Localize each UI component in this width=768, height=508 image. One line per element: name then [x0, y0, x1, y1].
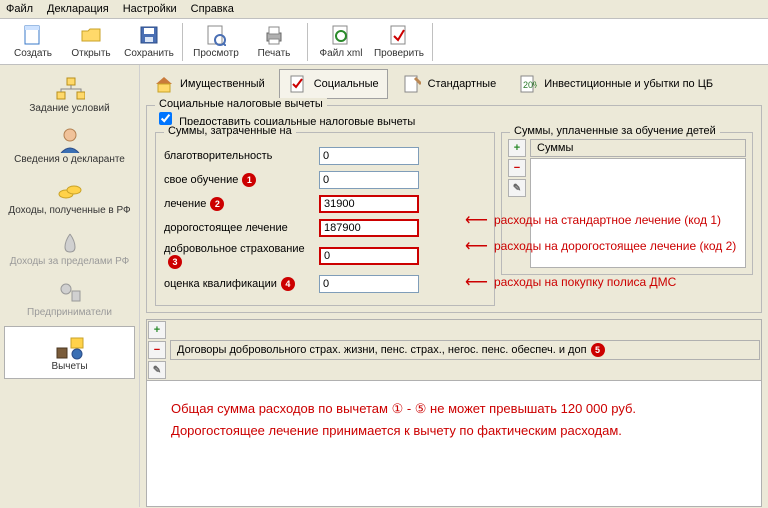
print-icon	[263, 24, 285, 46]
percent-doc-icon: 20%	[518, 74, 538, 94]
row-qualification: оценка квалификации4	[164, 275, 486, 293]
main-toolbar: Создать Открыть Сохранить Просмотр Печат…	[0, 19, 768, 65]
xml-file-icon	[330, 24, 352, 46]
sidebar-item-income-rf[interactable]: Доходы, полученные в РФ	[0, 171, 139, 222]
arrow-icon: ⟵	[465, 210, 488, 230]
toolbar-separator	[182, 23, 183, 61]
remove-contract-button[interactable]: −	[148, 341, 166, 359]
badge-4: 4	[281, 277, 295, 291]
new-file-icon	[22, 24, 44, 46]
row-charity: благотворительность	[164, 147, 486, 165]
save-icon	[138, 24, 160, 46]
add-contract-button[interactable]: +	[148, 321, 166, 339]
row-insurance: добровольное страхование3	[164, 243, 486, 269]
entrepreneur-icon	[54, 279, 86, 307]
edit-button[interactable]: ✎	[508, 179, 526, 197]
row-own-education: свое обучение1	[164, 171, 486, 189]
toolbar-separator	[432, 23, 433, 61]
house-icon	[154, 74, 174, 94]
annotation-treatment: ⟵ расходы на стандартное лечение (код 1)	[465, 210, 721, 230]
row-expensive-treatment: дорогостоящее лечение	[164, 219, 486, 237]
contracts-toolbar: + − ✎	[148, 321, 166, 379]
preview-button[interactable]: Просмотр	[187, 21, 245, 63]
tab-property[interactable]: Имущественный	[146, 70, 273, 98]
annotation-insurance: ⟵ расходы на покупку полиса ДМС	[465, 272, 676, 292]
deductions-icon	[54, 333, 86, 361]
save-button[interactable]: Сохранить	[120, 21, 178, 63]
treatment-input[interactable]	[319, 195, 419, 213]
contracts-body: Общая сумма расходов по вычетам ① - ⑤ не…	[147, 381, 761, 506]
document-check-icon	[288, 74, 308, 94]
qualification-input[interactable]	[319, 275, 419, 293]
note-expensive: Дорогостоящее лечение принимается к выче…	[171, 423, 737, 438]
insurance-input[interactable]	[319, 247, 419, 265]
social-deductions-group: Социальные налоговые вычеты Предоставить…	[146, 105, 762, 313]
print-button[interactable]: Печать	[245, 21, 303, 63]
expensive-treatment-input[interactable]	[319, 219, 419, 237]
tab-social[interactable]: Социальные	[279, 69, 388, 99]
sidebar-item-income-abroad: Доходы за пределами РФ	[0, 222, 139, 273]
child-edu-column-header: Суммы	[530, 139, 746, 157]
moneybag-icon	[54, 228, 86, 256]
arrow-icon: ⟵	[465, 236, 488, 256]
file-xml-button[interactable]: Файл xml	[312, 21, 370, 63]
sidebar-item-conditions[interactable]: Задание условий	[0, 69, 139, 120]
open-folder-icon	[80, 24, 102, 46]
provide-social-checkbox[interactable]	[159, 112, 172, 125]
create-button[interactable]: Создать	[4, 21, 62, 63]
own-education-input[interactable]	[319, 171, 419, 189]
charity-input[interactable]	[319, 147, 419, 165]
sidebar-item-label: Задание условий	[29, 103, 109, 114]
sidebar-item-label: Доходы за пределами РФ	[10, 256, 129, 267]
badge-2: 2	[210, 197, 224, 211]
person-icon	[54, 126, 86, 154]
sidebar-item-deductions[interactable]: Вычеты	[4, 326, 135, 379]
amounts-spent-group: Суммы, затраченные на благотворительност…	[155, 132, 495, 306]
tab-standard[interactable]: Стандартные	[394, 70, 505, 98]
menu-declaration[interactable]: Декларация	[47, 3, 109, 15]
subgroup-title: Суммы, затраченные на	[164, 125, 296, 137]
sidebar-item-declarant[interactable]: Сведения о декларанте	[0, 120, 139, 171]
badge-3: 3	[168, 255, 182, 269]
remove-button[interactable]: −	[508, 159, 526, 177]
preview-icon	[205, 24, 227, 46]
check-icon	[388, 24, 410, 46]
row-treatment: лечение2	[164, 195, 486, 213]
check-button[interactable]: Проверить	[370, 21, 428, 63]
menu-settings[interactable]: Настройки	[123, 3, 177, 15]
add-button[interactable]: +	[508, 139, 526, 157]
arrow-icon: ⟵	[465, 272, 488, 292]
child-edu-title: Суммы, уплаченные за обучение детей	[510, 125, 720, 137]
document-pencil-icon	[402, 74, 422, 94]
coins-icon	[54, 177, 86, 205]
sidebar-item-label: Предприниматели	[27, 307, 112, 318]
left-sidebar: Задание условий Сведения о декларанте До…	[0, 65, 140, 507]
annotation-expensive: ⟵ расходы на дорогостоящее лечение (код …	[465, 236, 736, 256]
sidebar-item-label: Вычеты	[51, 361, 87, 372]
hierarchy-icon	[54, 75, 86, 103]
edit-contract-button[interactable]: ✎	[148, 361, 166, 379]
badge-1: 1	[242, 173, 256, 187]
content-area: Имущественный Социальные Стандартные 20%…	[140, 65, 768, 507]
note-limit: Общая сумма расходов по вычетам ① - ⑤ не…	[171, 401, 737, 417]
open-button[interactable]: Открыть	[62, 21, 120, 63]
group-title: Социальные налоговые вычеты	[155, 98, 327, 110]
contracts-panel: + − ✎ Договоры добровольного страх. жизн…	[146, 319, 762, 507]
tab-investment[interactable]: 20% Инвестиционные и убытки по ЦБ	[510, 70, 721, 98]
menu-file[interactable]: Файл	[6, 3, 33, 15]
contracts-header: Договоры добровольного страх. жизни, пен…	[170, 340, 760, 360]
svg-text:20%: 20%	[523, 80, 537, 90]
menu-help[interactable]: Справка	[191, 3, 234, 15]
toolbar-separator	[307, 23, 308, 61]
sidebar-item-label: Сведения о декларанте	[14, 154, 125, 165]
sidebar-item-label: Доходы, полученные в РФ	[8, 205, 130, 216]
menu-bar: Файл Декларация Настройки Справка	[0, 0, 768, 19]
badge-5: 5	[591, 343, 605, 357]
sidebar-item-entrepreneur: Предприниматели	[0, 273, 139, 324]
